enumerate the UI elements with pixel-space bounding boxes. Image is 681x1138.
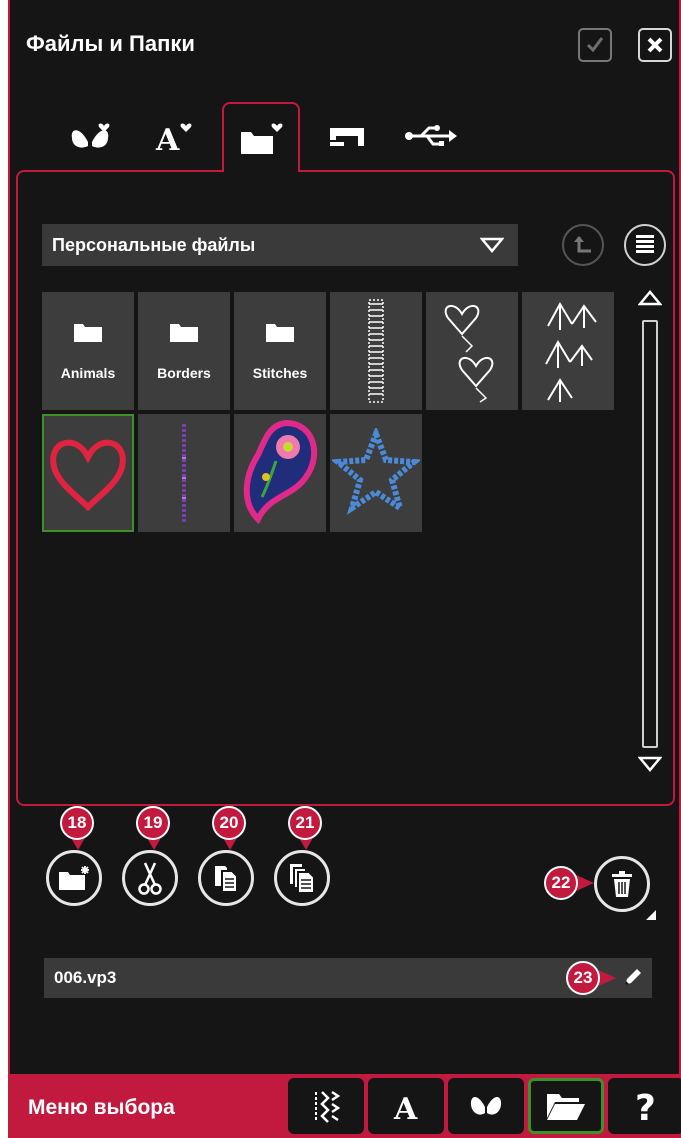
callout-badge: 22 bbox=[544, 866, 578, 900]
close-icon bbox=[647, 37, 663, 53]
delete-button[interactable] bbox=[594, 856, 650, 912]
file-thumbnail[interactable] bbox=[522, 292, 614, 410]
font-heart-icon: A bbox=[155, 123, 192, 156]
folder-icon bbox=[266, 324, 294, 342]
checkmark-icon bbox=[586, 37, 604, 53]
arrow-up-left-icon bbox=[574, 236, 591, 253]
chevron-down-icon bbox=[480, 237, 504, 253]
parent-folder-button[interactable] bbox=[562, 224, 604, 266]
sewing-machine-icon bbox=[330, 128, 364, 146]
stitch-menu-button[interactable] bbox=[288, 1078, 364, 1134]
file-and-folders-window: Файлы и Папки A Персональные файлы Anima… bbox=[8, 0, 681, 1138]
selection-menu-label: Меню выбора bbox=[28, 1096, 175, 1119]
scroll-up-button[interactable] bbox=[637, 290, 663, 311]
font-button[interactable]: A bbox=[368, 1078, 444, 1134]
purple-text-stitch-thumbnail bbox=[182, 424, 186, 522]
folder-heart-icon bbox=[241, 123, 283, 154]
list-icon bbox=[636, 235, 654, 253]
butterfly-icon bbox=[470, 1097, 502, 1117]
svg-text:A: A bbox=[155, 123, 180, 156]
blue-star-thumbnail bbox=[332, 428, 420, 516]
corner-indicator-icon bbox=[646, 910, 656, 920]
folder-name: Stitches bbox=[252, 365, 308, 381]
rename-button[interactable] bbox=[622, 966, 644, 993]
list-view-button[interactable] bbox=[624, 224, 666, 266]
help-button[interactable]: ? bbox=[608, 1078, 681, 1134]
folder-icon bbox=[170, 324, 198, 342]
folder-stitches[interactable]: Stitches bbox=[234, 292, 326, 410]
file-thumbnail-selected[interactable] bbox=[42, 414, 134, 532]
font-icon: A bbox=[393, 1092, 418, 1124]
location-dropdown[interactable]: Персональные файлы bbox=[42, 224, 518, 266]
file-thumbnail[interactable] bbox=[330, 292, 422, 410]
chevron-stitch-thumbnail bbox=[545, 301, 597, 402]
embroidery-button[interactable] bbox=[448, 1078, 524, 1134]
file-thumbnail[interactable] bbox=[138, 414, 230, 532]
callout-badge: 23 bbox=[566, 961, 600, 995]
paisley-flower-thumbnail bbox=[243, 419, 318, 525]
open-folder-icon bbox=[547, 1094, 585, 1120]
file-thumbnail[interactable] bbox=[426, 292, 518, 410]
stitch-column-thumbnail bbox=[368, 299, 384, 403]
tab-usb[interactable] bbox=[396, 106, 466, 166]
new-folder-button[interactable] bbox=[46, 850, 102, 906]
usb-icon bbox=[405, 125, 457, 146]
file-thumbnail[interactable] bbox=[234, 414, 326, 532]
hearts-border-thumbnail bbox=[444, 304, 494, 403]
tab-personal-files[interactable] bbox=[222, 102, 300, 172]
new-folder-icon bbox=[59, 866, 89, 890]
filename-text: 006.vp3 bbox=[54, 968, 117, 987]
folder-name: Borders bbox=[157, 365, 211, 381]
paste-icon bbox=[290, 864, 315, 894]
window-title: Файлы и Папки bbox=[26, 31, 195, 56]
paste-button[interactable] bbox=[274, 850, 330, 906]
red-heart-thumbnail bbox=[50, 439, 126, 512]
filename-field[interactable]: 006.vp3 bbox=[44, 958, 652, 998]
triangle-up-icon bbox=[637, 290, 663, 306]
svg-text:?: ? bbox=[635, 1088, 656, 1126]
ok-button[interactable] bbox=[578, 28, 612, 62]
tab-embroideries[interactable] bbox=[56, 106, 126, 166]
callout-badge: 19 bbox=[136, 806, 170, 840]
callout-badge: 18 bbox=[60, 806, 94, 840]
copy-icon bbox=[215, 866, 238, 893]
stitch-menu-icon bbox=[315, 1090, 341, 1123]
scroll-down-button[interactable] bbox=[637, 756, 663, 777]
butterfly-heart-icon bbox=[71, 123, 110, 150]
folder-borders[interactable]: Borders bbox=[138, 292, 230, 410]
file-manager-button[interactable] bbox=[528, 1078, 604, 1134]
folder-animals[interactable]: Animals bbox=[42, 292, 134, 410]
pencil-icon bbox=[625, 969, 641, 985]
category-tabs: A bbox=[10, 100, 681, 172]
cut-button[interactable] bbox=[122, 850, 178, 906]
folder-icon bbox=[74, 324, 102, 342]
callout-badge: 20 bbox=[212, 806, 246, 840]
trash-icon bbox=[612, 871, 632, 897]
tab-machine[interactable] bbox=[312, 106, 382, 166]
footer-bar: Меню выбора A ? bbox=[10, 1074, 681, 1138]
help-icon: ? bbox=[635, 1088, 656, 1126]
callout-badge: 21 bbox=[288, 806, 322, 840]
scissors-icon bbox=[138, 862, 162, 895]
folder-name: Animals bbox=[60, 365, 116, 381]
svg-text:A: A bbox=[393, 1092, 418, 1124]
file-browser-panel: Персональные файлы Animals Borders Stitc… bbox=[16, 170, 675, 806]
tab-fonts[interactable]: A bbox=[138, 106, 208, 166]
file-thumbnail[interactable] bbox=[330, 414, 422, 532]
close-button[interactable] bbox=[638, 28, 672, 62]
copy-button[interactable] bbox=[198, 850, 254, 906]
location-label: Персональные файлы bbox=[52, 234, 256, 255]
triangle-down-icon bbox=[637, 756, 663, 772]
scrollbar-track[interactable] bbox=[642, 320, 658, 748]
